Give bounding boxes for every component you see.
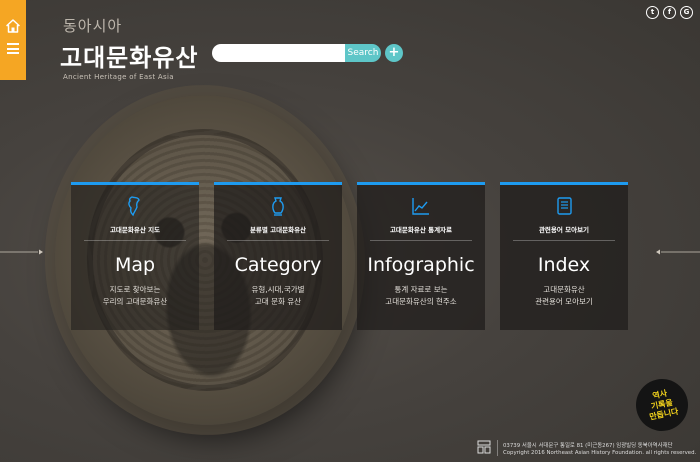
facebook-icon[interactable]: f — [663, 6, 676, 19]
home-icon[interactable] — [6, 19, 20, 33]
card-desc-line: 고대문화유산의 현주소 — [385, 297, 457, 306]
card-title: Category — [234, 254, 322, 276]
divider — [227, 240, 329, 241]
footer-address: 03739 서울시 서대문구 통일로 81 (미근동267) 임광빌딩 동북아역… — [503, 443, 673, 449]
card-description: 유형,시대,국가별 고대 문화 유산 — [214, 284, 342, 308]
card-description: 지도로 찾아보는 우리의 고대문화유산 — [71, 284, 199, 308]
history-record-badge[interactable]: 역사 기록을 만듭니다 — [631, 374, 693, 436]
arrow-right-icon[interactable] — [0, 249, 44, 255]
search-input[interactable] — [212, 44, 347, 62]
card-small-label: 관련용어 모아보기 — [538, 226, 590, 234]
divider — [513, 240, 615, 241]
site-title[interactable]: 고대문화유산 — [60, 38, 198, 73]
site-english-title: Ancient Heritage of East Asia — [63, 73, 174, 81]
korea-map-icon — [71, 195, 199, 217]
line-chart-icon — [357, 195, 485, 217]
menu-icon[interactable] — [7, 43, 19, 54]
google-plus-icon[interactable]: G — [680, 6, 693, 19]
card-index[interactable]: 관련용어 모아보기 Index 고대문화유산 관련용어 모아보기 — [500, 182, 628, 330]
search-button[interactable]: Search — [345, 44, 381, 62]
card-infographic[interactable]: 고대문화유산 통계자료 Infographic 통계 자료로 보는 고대문화유산… — [357, 182, 485, 330]
foundation-logo-icon — [477, 440, 491, 454]
card-desc-line: 고대문화유산 — [543, 285, 585, 294]
footer-divider — [497, 440, 498, 456]
card-desc-line: 고대 문화 유산 — [254, 297, 302, 306]
card-desc-line: 관련용어 모아보기 — [535, 297, 593, 306]
arrow-left-icon[interactable] — [655, 249, 700, 255]
card-description: 고대문화유산 관련용어 모아보기 — [500, 284, 628, 308]
card-description: 통계 자료로 보는 고대문화유산의 현주소 — [357, 284, 485, 308]
side-nav-tab — [0, 0, 26, 80]
vase-icon — [214, 195, 342, 217]
card-desc-line: 우리의 고대문화유산 — [102, 297, 168, 306]
card-desc-line: 지도로 찾아보는 — [109, 285, 161, 294]
card-map[interactable]: 고대문화유산 지도 Map 지도로 찾아보는 우리의 고대문화유산 — [71, 182, 199, 330]
advanced-search-button[interactable]: + — [385, 44, 403, 62]
card-desc-line: 유형,시대,국가별 — [251, 285, 305, 294]
card-desc-line: 통계 자료로 보는 — [394, 285, 448, 294]
card-small-label: 분류별 고대문화유산 — [249, 226, 307, 234]
card-small-label: 고대문화유산 지도 — [109, 226, 161, 234]
card-title: Map — [114, 254, 156, 276]
divider — [370, 240, 472, 241]
site-subtitle: 동아시아 — [63, 17, 123, 35]
footer-copyright: Copyright 2016 Northeast Asian History F… — [503, 450, 697, 456]
card-title: Infographic — [367, 254, 475, 276]
twitter-icon[interactable]: t — [646, 6, 659, 19]
card-title: Index — [537, 254, 591, 276]
card-category[interactable]: 분류별 고대문화유산 Category 유형,시대,국가별 고대 문화 유산 — [214, 182, 342, 330]
divider — [84, 240, 186, 241]
notebook-icon — [500, 195, 628, 217]
card-small-label: 고대문화유산 통계자료 — [389, 226, 453, 234]
